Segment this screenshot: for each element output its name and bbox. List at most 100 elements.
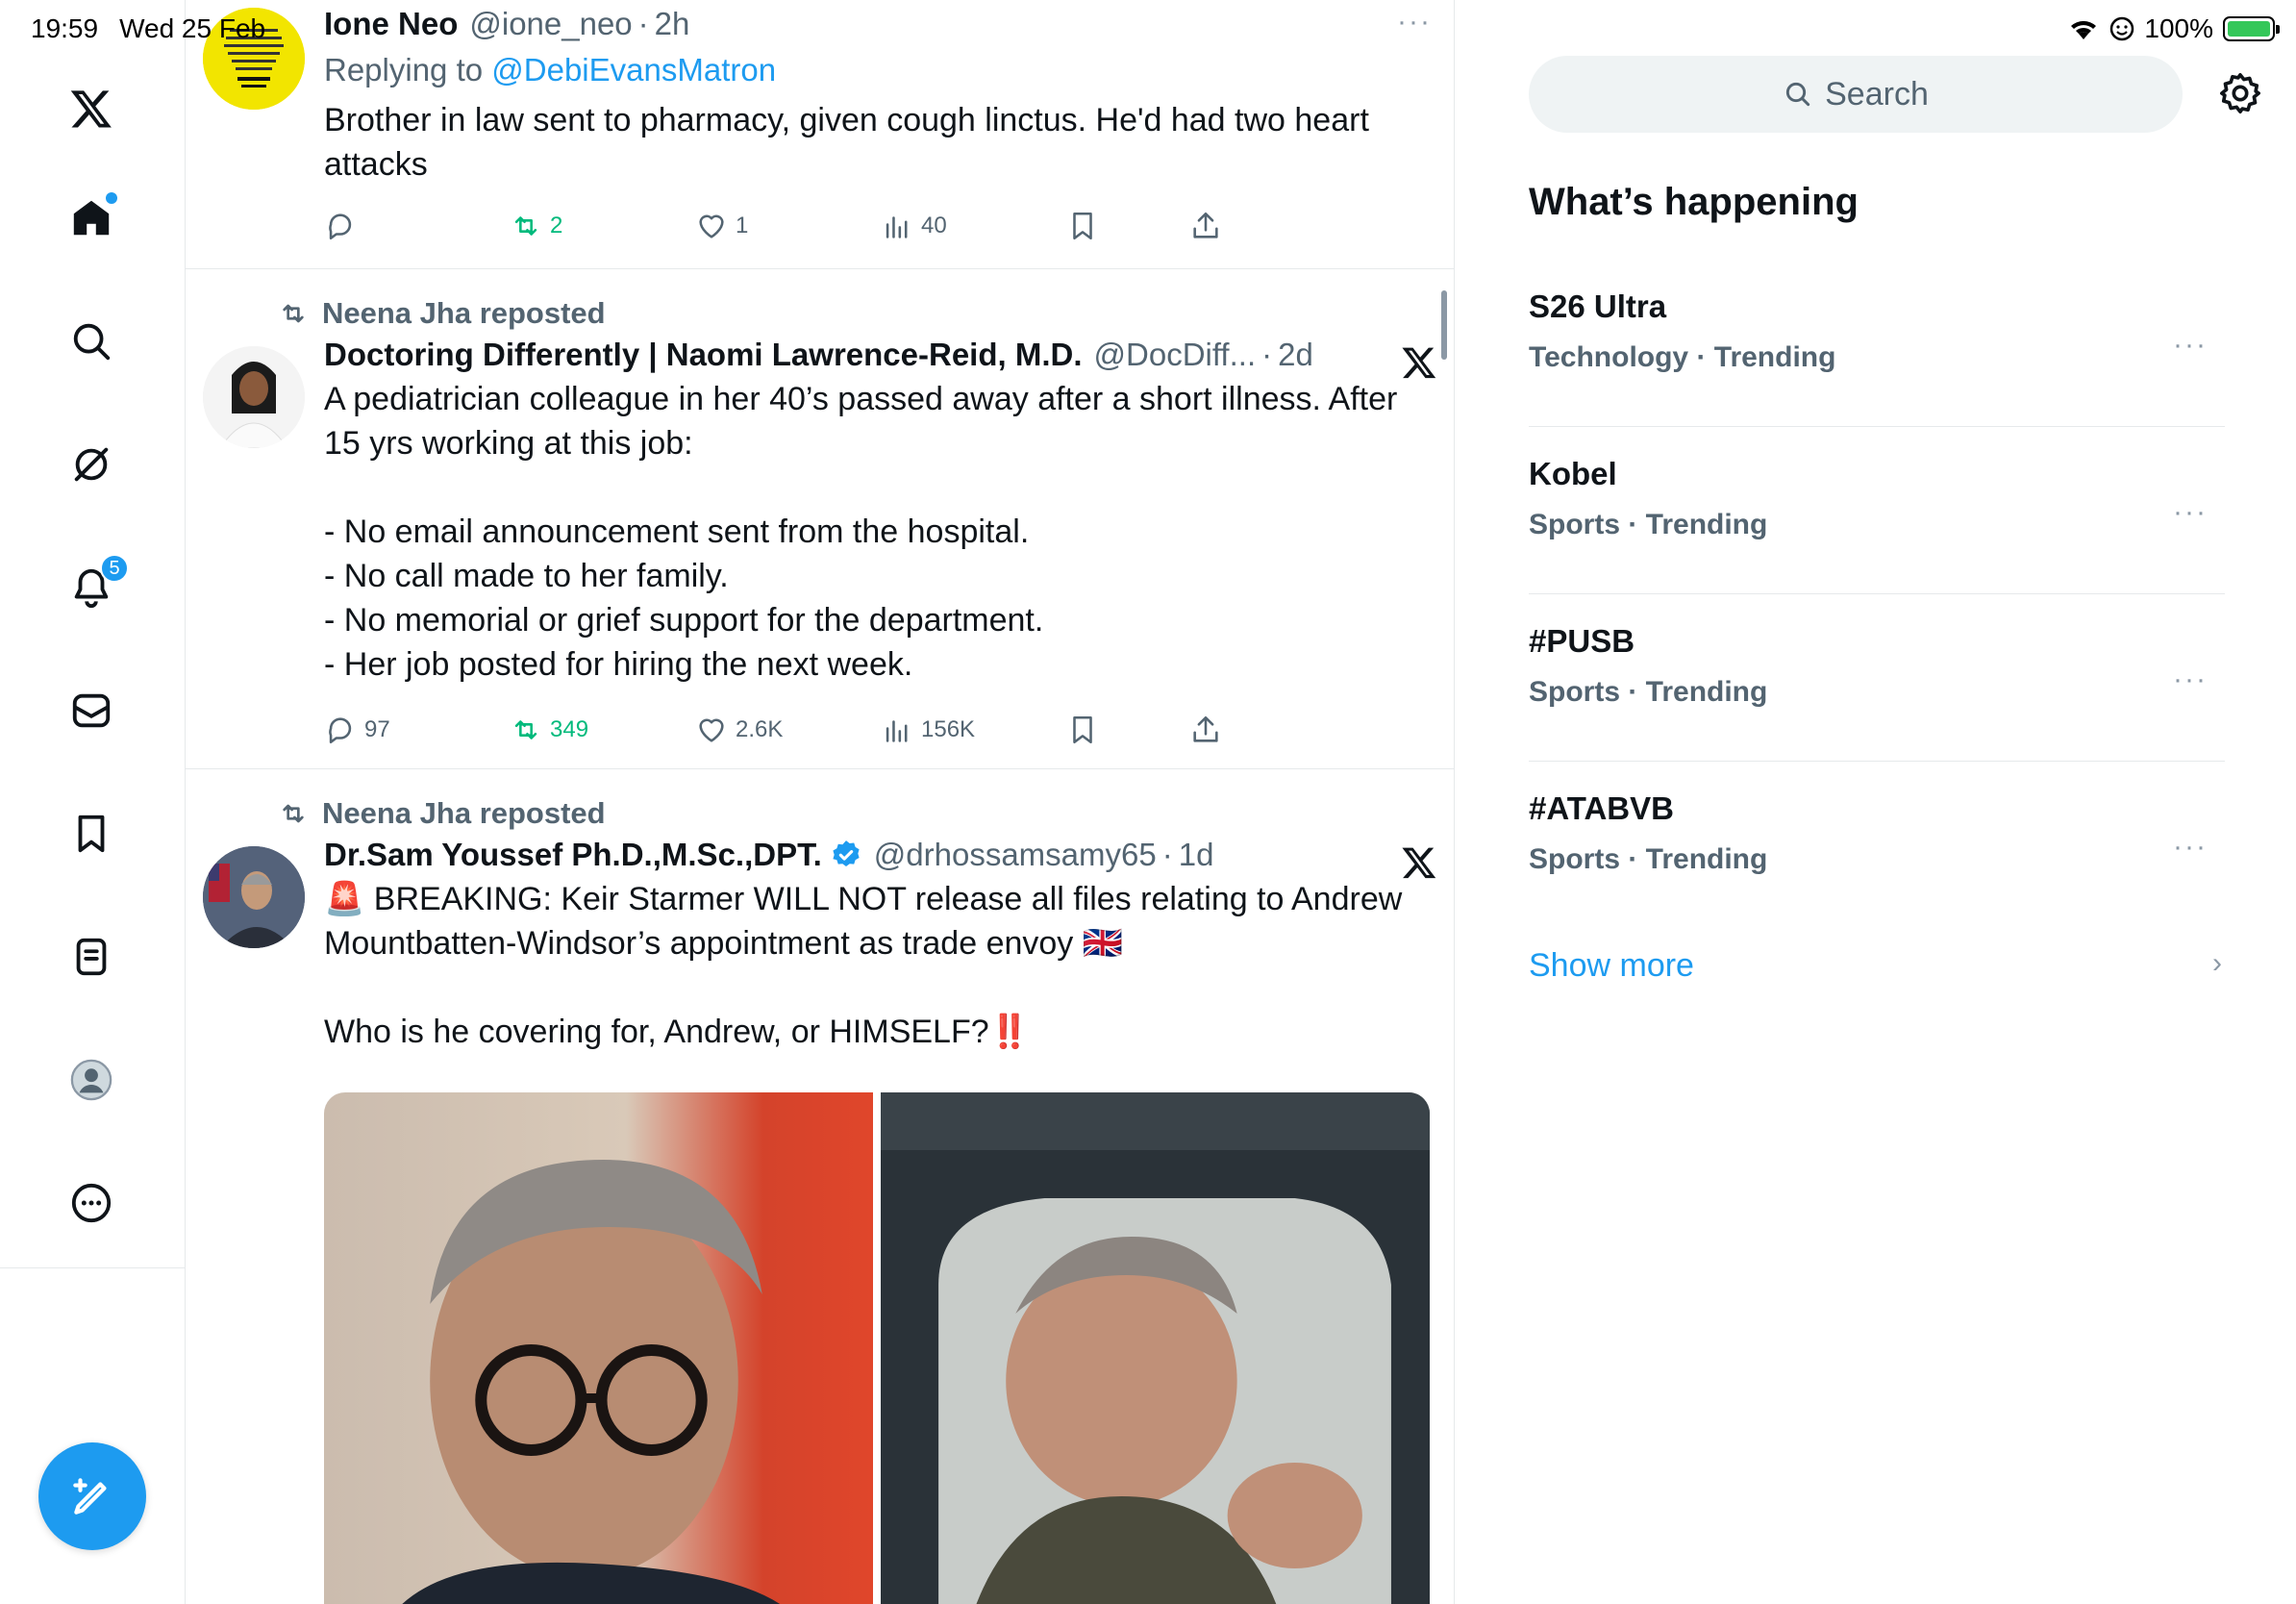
- author-handle[interactable]: @drhossamsamy65: [874, 837, 1157, 873]
- messages-icon[interactable]: [60, 679, 123, 742]
- x-logo-icon[interactable]: [60, 77, 123, 140]
- author-photo: [203, 846, 305, 948]
- post-time[interactable]: 2d: [1278, 337, 1313, 373]
- share-icon: [1193, 212, 1218, 238]
- trend-item[interactable]: S26 Ultra Technology · Trending ···: [1529, 260, 2225, 427]
- separator: ·: [1261, 337, 1273, 372]
- reposted-by: Neena Jha reposted: [278, 796, 606, 831]
- search-bar[interactable]: Search: [1529, 56, 2183, 133]
- views-button[interactable]: 156K: [881, 714, 975, 746]
- heart-icon: [699, 718, 724, 742]
- trend-more-button[interactable]: ···: [2173, 831, 2208, 864]
- like-count: 2.6K: [736, 716, 784, 742]
- timeline: Ione Neo @ione_neo · 2h Replying to @Deb…: [186, 0, 1455, 1604]
- bookmark-button[interactable]: [1066, 714, 1099, 746]
- repost-icon: [283, 304, 304, 323]
- trend-name: #PUSB: [1529, 623, 1635, 659]
- home-unread-dot: [106, 192, 117, 204]
- bookmarks-icon[interactable]: [60, 802, 123, 865]
- like-button[interactable]: 1: [695, 210, 748, 242]
- bookmark-icon: [1073, 715, 1092, 744]
- compose-post-button[interactable]: [38, 1442, 146, 1550]
- trend-more-button[interactable]: ···: [2173, 329, 2208, 362]
- profile-avatar-icon[interactable]: [60, 1048, 123, 1112]
- author-handle[interactable]: @ione_neo: [469, 6, 632, 42]
- tweet-more-button[interactable]: ···: [1397, 6, 1432, 38]
- media-photo-left[interactable]: [324, 1092, 873, 1604]
- whats-happening-heading: What’s happening: [1529, 181, 1859, 223]
- trend-more-button[interactable]: ···: [2173, 664, 2208, 696]
- repost-icon: [283, 804, 304, 823]
- trend-item[interactable]: #ATABVB Sports · Trending ···: [1529, 762, 2225, 929]
- reply-button[interactable]: 97: [324, 714, 390, 746]
- compose-feather-icon: [73, 1478, 107, 1515]
- settings-gear-icon[interactable]: [2218, 71, 2262, 115]
- views-count: 156K: [921, 716, 976, 742]
- author-name[interactable]: Dr.Sam Youssef Ph.D.,M.Sc.,DPT.: [324, 837, 822, 873]
- reply-count: 97: [364, 716, 390, 742]
- post-time[interactable]: 2h: [655, 6, 690, 42]
- tweet[interactable]: Ione Neo @ione_neo · 2h Replying to @Deb…: [186, 0, 1454, 269]
- trend-meta: Technology · Trending: [1529, 341, 1836, 373]
- trend-meta: Sports · Trending: [1529, 843, 1768, 875]
- views-button[interactable]: 40: [881, 210, 947, 242]
- notifications-bell-icon[interactable]: 5: [60, 554, 129, 619]
- tweet[interactable]: Neena Jha reposted Doctoring Differently…: [186, 269, 1454, 769]
- share-button[interactable]: [1189, 210, 1222, 242]
- x-logo-icon[interactable]: [1401, 344, 1437, 381]
- trend-name: #ATABVB: [1529, 790, 1674, 826]
- like-count: 1: [736, 213, 749, 238]
- photo-man-with-glasses: [324, 1092, 873, 1604]
- search-placeholder: Search: [1825, 75, 1929, 113]
- reply-icon: [329, 213, 352, 240]
- trend-item[interactable]: Kobel Sports · Trending ···: [1529, 427, 2225, 594]
- author-name[interactable]: Doctoring Differently | Naomi Lawrence-R…: [324, 337, 1083, 373]
- reply-handle-link[interactable]: @DebiEvansMatron: [491, 52, 776, 88]
- author-photo: [203, 346, 305, 448]
- avatar[interactable]: [203, 346, 305, 448]
- reposted-by-label[interactable]: Neena Jha reposted: [322, 296, 606, 331]
- x-logo-icon[interactable]: [1401, 844, 1437, 881]
- separator: ·: [637, 6, 649, 41]
- author-handle[interactable]: @DocDiff...: [1094, 337, 1257, 373]
- tweet-text-second: Who is he covering for, Andrew, or HIMSE…: [324, 1014, 1030, 1050]
- reply-button[interactable]: [324, 210, 357, 242]
- author-name[interactable]: Ione Neo: [324, 6, 458, 42]
- retweet-count: 2: [550, 213, 563, 238]
- search-icon: [1785, 82, 1810, 107]
- separator: ·: [1161, 837, 1173, 872]
- trend-more-button[interactable]: ···: [2173, 496, 2208, 529]
- bookmark-button[interactable]: [1066, 210, 1099, 242]
- status-time: 19:59: [31, 13, 99, 43]
- left-nav: 5: [0, 0, 186, 1604]
- reply-icon: [329, 717, 352, 744]
- retweet-count: 349: [550, 716, 589, 742]
- scrollbar-thumb[interactable]: [1441, 290, 1447, 360]
- share-button[interactable]: [1189, 714, 1222, 746]
- retweet-icon: [514, 216, 537, 236]
- retweet-button[interactable]: 2: [510, 210, 562, 242]
- trend-item[interactable]: #PUSB Sports · Trending ···: [1529, 594, 2225, 762]
- more-options-icon[interactable]: [60, 1171, 123, 1235]
- retweet-button[interactable]: 349: [510, 714, 588, 746]
- replying-to: Replying to @DebiEvansMatron: [324, 52, 1435, 88]
- avatar[interactable]: [203, 846, 305, 948]
- retweet-icon: [514, 720, 537, 739]
- reposted-by-label[interactable]: Neena Jha reposted: [322, 796, 606, 831]
- right-sidebar: Search What’s happening S26 Ultra Techno…: [1455, 0, 2296, 1604]
- lists-icon[interactable]: [60, 925, 123, 989]
- like-button[interactable]: 2.6K: [695, 714, 783, 746]
- tweet-text: Brother in law sent to pharmacy, given c…: [324, 102, 1369, 183]
- status-bar-left: 19:59 Wed 25 Feb: [31, 13, 265, 44]
- media-photo-right[interactable]: [881, 1092, 1430, 1604]
- show-more-link[interactable]: Show more: [1529, 947, 1694, 985]
- tweet-media[interactable]: [324, 1092, 1430, 1604]
- tweet[interactable]: Neena Jha reposted Dr.Sam Youssef Ph.D.,…: [186, 769, 1454, 1604]
- explore-search-icon[interactable]: [60, 310, 123, 373]
- home-icon[interactable]: [60, 187, 123, 250]
- nav-divider: [0, 1267, 186, 1268]
- trend-name: Kobel: [1529, 456, 1617, 491]
- post-time[interactable]: 1d: [1179, 837, 1214, 873]
- trend-name: S26 Ultra: [1529, 288, 1667, 324]
- grok-icon[interactable]: [60, 433, 123, 496]
